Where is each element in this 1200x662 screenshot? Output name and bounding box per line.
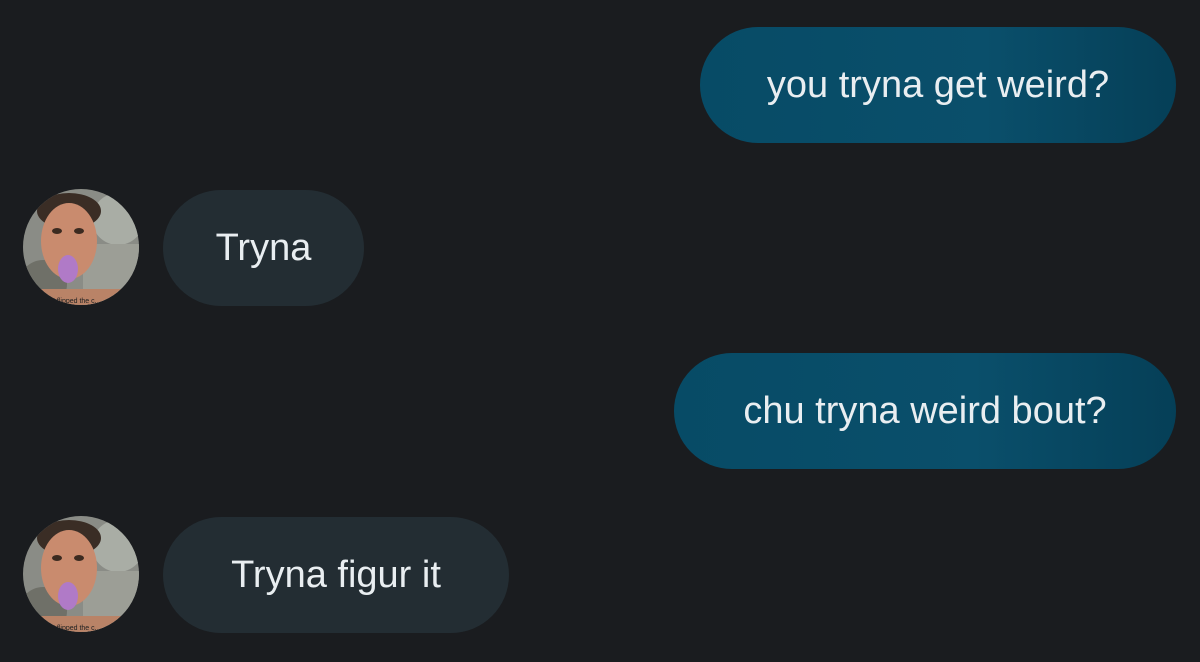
contact-avatar[interactable]: I flipped the c... [23, 189, 139, 305]
sent-message-bubble[interactable]: you tryna get weird? [700, 27, 1176, 143]
avatar-caption: I flipped the c... [53, 625, 101, 632]
avatar-photo: I flipped the c... [23, 189, 139, 305]
message-text: chu tryna weird bout? [743, 389, 1107, 432]
contact-avatar[interactable]: I flipped the c... [23, 516, 139, 632]
received-message-bubble[interactable]: Tryna [163, 190, 364, 306]
message-text: you tryna get weird? [766, 63, 1110, 106]
sent-message-bubble[interactable]: chu tryna weird bout? [674, 353, 1176, 469]
avatar-photo: I flipped the c... [23, 516, 139, 632]
message-text: Tryna [215, 226, 312, 269]
avatar-caption: I flipped the c... [53, 298, 101, 305]
message-text: Tryna figur it [231, 553, 441, 596]
received-message-bubble[interactable]: Tryna figur it [163, 517, 509, 633]
message-thread: you tryna get weird? I flipped the c... … [0, 0, 1200, 662]
